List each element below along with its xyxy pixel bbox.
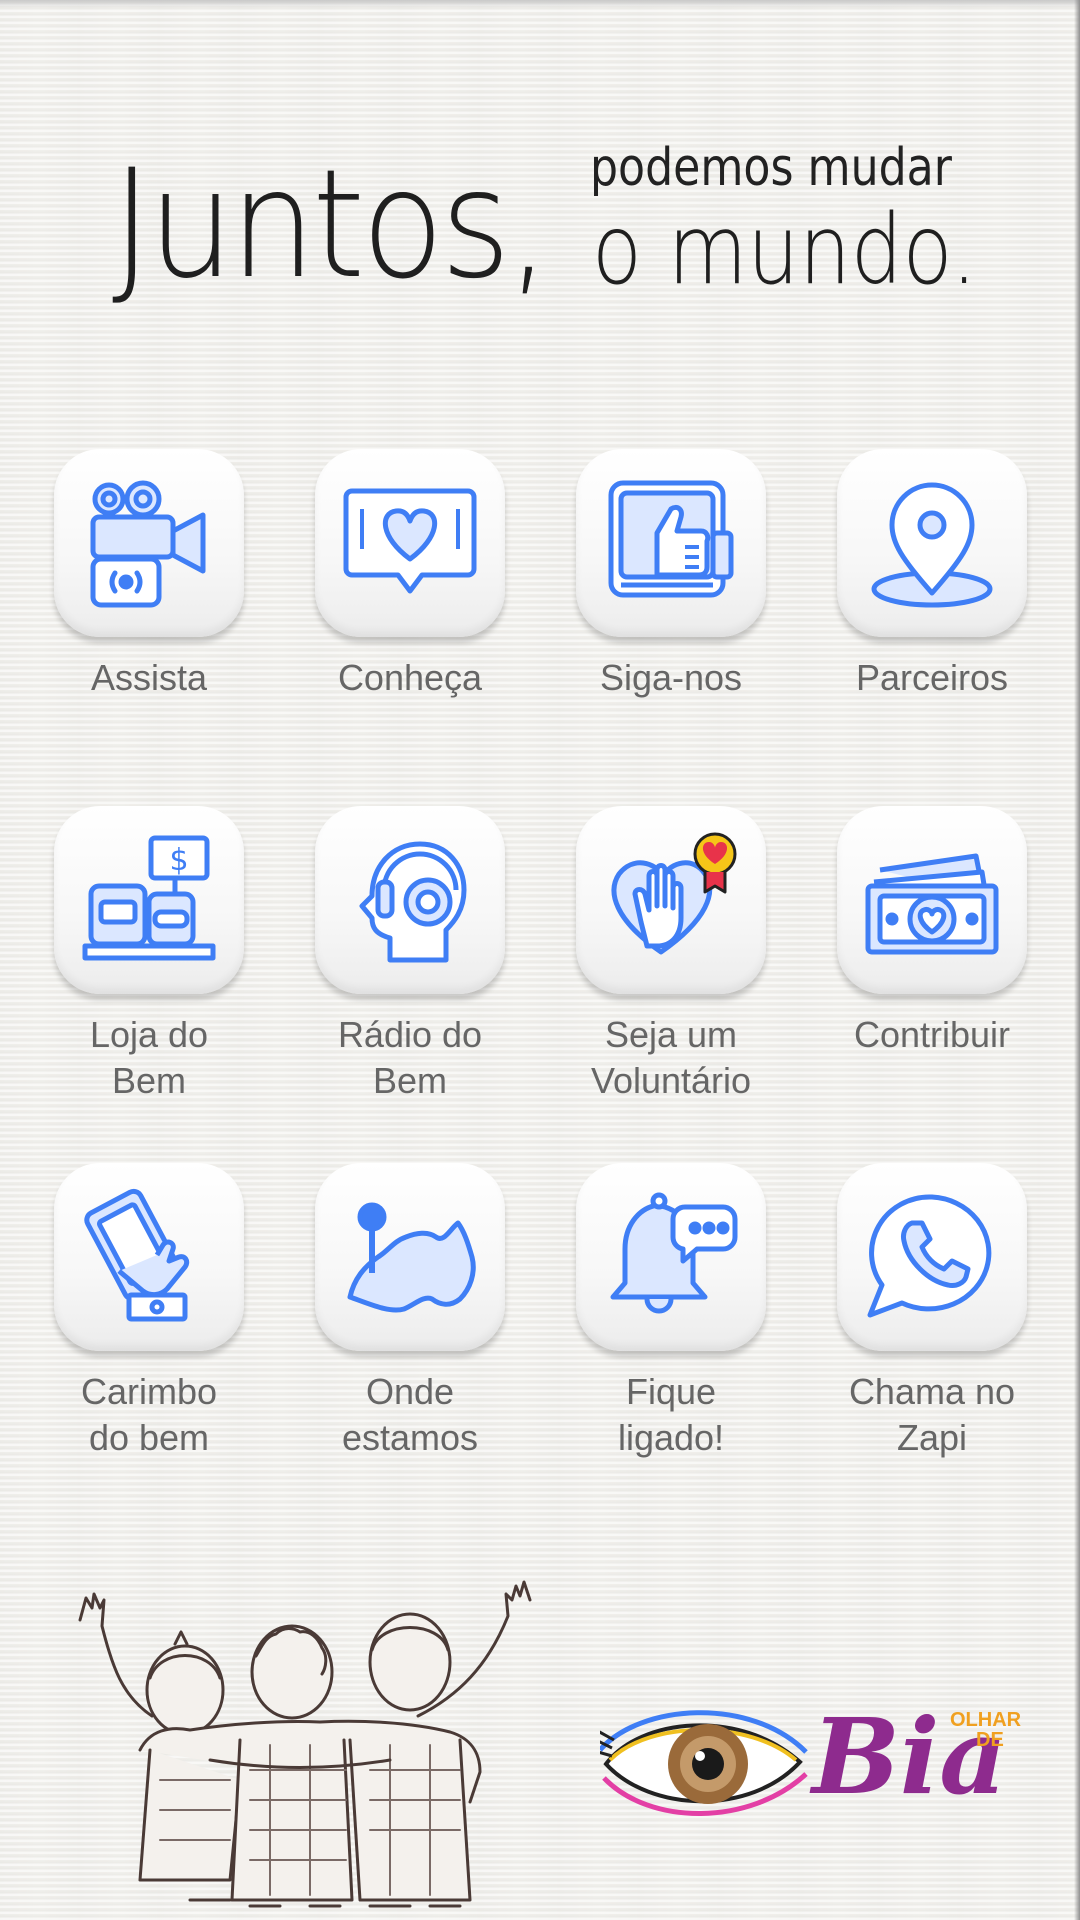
menu-tile-seja-um-voluntario[interactable] <box>576 806 766 994</box>
menu-label-fique-ligado: Fique ligado! <box>617 1371 725 1458</box>
menu-label-conheca: Conheça <box>337 657 483 698</box>
brand-small-line-1: OLHAR <box>950 1709 1022 1731</box>
menu-tile-parceiros[interactable] <box>837 449 1027 637</box>
slogan-big-line: o mundo. <box>592 194 978 306</box>
video-camera-icon <box>90 480 206 608</box>
heart-hand-badge-icon <box>611 832 737 955</box>
svg-text:$: $ <box>169 843 188 878</box>
menu-tile-chama-no-zapi[interactable] <box>837 1163 1027 1351</box>
header-slogan: Juntos, podemos mudar o mundo. <box>0 120 1080 320</box>
olhar-de-bia-logo: Bia OLHAR DE <box>600 1695 1030 1830</box>
slogan-small-line: podemos mudar <box>590 138 952 198</box>
menu-tile-loja-do-bem[interactable]: $ <box>54 806 244 994</box>
menu-label-radio-do-bem: Rádio do Bem <box>337 1014 483 1101</box>
store-jars-icon: $ <box>82 835 216 961</box>
menu-label-onde-estamos: Onde estamos <box>341 1371 479 1458</box>
menu-label-carimbo-do-bem: Carimbo do bem <box>80 1371 218 1458</box>
slogan-main: Juntos, <box>112 138 550 312</box>
menu-tile-fique-ligado[interactable] <box>576 1163 766 1351</box>
bell-chat-icon <box>610 1192 738 1314</box>
menu-label-contribuir: Contribuir <box>853 1014 1011 1055</box>
menu-label-loja-do-bem: Loja do Bem <box>89 1014 209 1101</box>
menu-tile-assista[interactable] <box>54 449 244 637</box>
top-shadow <box>0 0 1080 8</box>
menu-label-seja-um-voluntario: Seja um Voluntário <box>590 1014 752 1101</box>
menu-tile-radio-do-bem[interactable] <box>315 806 505 994</box>
menu-tile-siga-nos[interactable] <box>576 449 766 637</box>
menu-label-parceiros: Parceiros <box>855 657 1009 698</box>
menu-tile-contribuir[interactable] <box>837 806 1027 994</box>
menu-label-siga-nos: Siga-nos <box>599 657 743 698</box>
menu-label-chama-no-zapi: Chama no Zapi <box>848 1371 1016 1458</box>
menu-tile-onde-estamos[interactable] <box>315 1163 505 1351</box>
map-pin-icon <box>347 1202 476 1313</box>
heart-speech-bubble-icon <box>343 488 477 594</box>
money-bills-heart-icon <box>865 853 999 955</box>
children-hugging-illustration <box>78 1580 532 1908</box>
menu-tile-carimbo-do-bem[interactable] <box>54 1163 244 1351</box>
hand-phone-icon <box>84 1188 190 1322</box>
menu-label-assista: Assista <box>90 657 208 698</box>
headphones-head-icon <box>359 841 467 963</box>
whatsapp-icon <box>867 1194 992 1318</box>
location-pin-icon <box>871 482 993 608</box>
thumbs-up-screen-icon <box>608 480 734 598</box>
menu-tile-conheca[interactable] <box>315 449 505 637</box>
brand-small-line-2: DE <box>976 1729 1004 1751</box>
